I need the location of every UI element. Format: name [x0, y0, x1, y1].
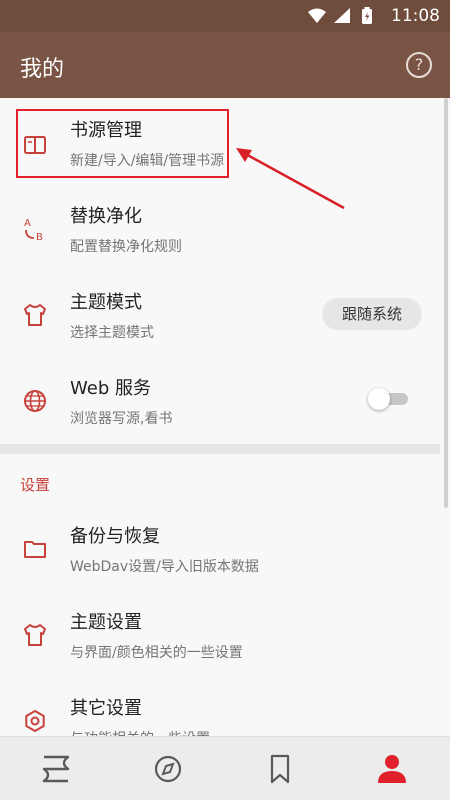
person-icon[interactable]	[372, 751, 412, 787]
status-time: 11:08	[391, 6, 440, 26]
web-service-toggle[interactable]	[368, 388, 408, 410]
toggle-knob	[368, 388, 390, 410]
menu-item-subtitle: 与界面/颜色相关的一些设置	[70, 645, 243, 661]
compass-icon[interactable]	[148, 751, 188, 787]
menu-item-theme-settings[interactable]: 主题设置 与界面/颜色相关的一些设置	[0, 592, 440, 678]
arrow-annotation	[236, 148, 345, 210]
menu-item-title: Web 服务	[70, 378, 151, 399]
menu-item-web-service[interactable]: Web 服务 浏览器写源,看书	[0, 356, 440, 442]
menu-item-replace-rules[interactable]: A B 替换净化 配置替换净化规则	[0, 184, 440, 270]
tshirt-icon	[24, 304, 46, 326]
highlight-annotation	[16, 109, 229, 178]
bottom-nav	[0, 736, 450, 800]
menu-item-title: 主题模式	[70, 292, 142, 313]
scrollbar[interactable]	[444, 98, 448, 508]
svg-text:B: B	[36, 232, 43, 242]
menu-item-theme-mode[interactable]: 主题模式 选择主题模式 跟随系统	[0, 270, 440, 356]
menu-item-title: 其它设置	[70, 698, 142, 719]
svg-text:A: A	[24, 218, 31, 229]
menu-item-title: 备份与恢复	[70, 526, 160, 547]
menu-item-backup[interactable]: 备份与恢复 WebDav设置/导入旧版本数据	[0, 506, 440, 592]
globe-icon	[24, 390, 46, 412]
status-bar: 11:08	[0, 0, 450, 32]
bookmark-icon[interactable]	[260, 751, 300, 787]
signal-icon	[334, 8, 350, 23]
section-title-settings: 设置	[20, 476, 51, 494]
menu-item-title: 主题设置	[70, 612, 142, 633]
menu-item-subtitle: WebDav设置/导入旧版本数据	[70, 559, 259, 575]
menu-item-subtitle: 浏览器写源,看书	[70, 411, 173, 427]
replace-ab-icon: A B	[24, 218, 43, 242]
tshirt-icon	[24, 624, 46, 646]
wifi-icon	[308, 8, 326, 23]
theme-mode-value[interactable]: 跟随系统	[322, 298, 422, 330]
bookshelf-icon[interactable]	[36, 751, 76, 787]
gear-icon	[25, 710, 45, 732]
menu-item-other-settings[interactable]: 其它设置 与功能相关的一些设置	[0, 678, 440, 736]
app-bar: 我的 ?	[0, 32, 450, 98]
menu-item-subtitle: 选择主题模式	[70, 325, 154, 341]
status-icons	[308, 7, 372, 24]
page-title: 我的	[20, 57, 65, 82]
menu-item-subtitle: 与功能相关的一些设置	[70, 728, 210, 736]
folder-icon	[24, 541, 46, 558]
menu-item-title: 替换净化	[70, 206, 142, 227]
menu-item-subtitle: 配置替换净化规则	[70, 239, 182, 255]
section-divider	[0, 444, 440, 454]
help-circle-icon[interactable]: ?	[406, 52, 432, 78]
content-list: 书源管理 新建/导入/编辑/管理书源 A B 替换净化 配置替换净化规则 主题模…	[0, 98, 450, 736]
